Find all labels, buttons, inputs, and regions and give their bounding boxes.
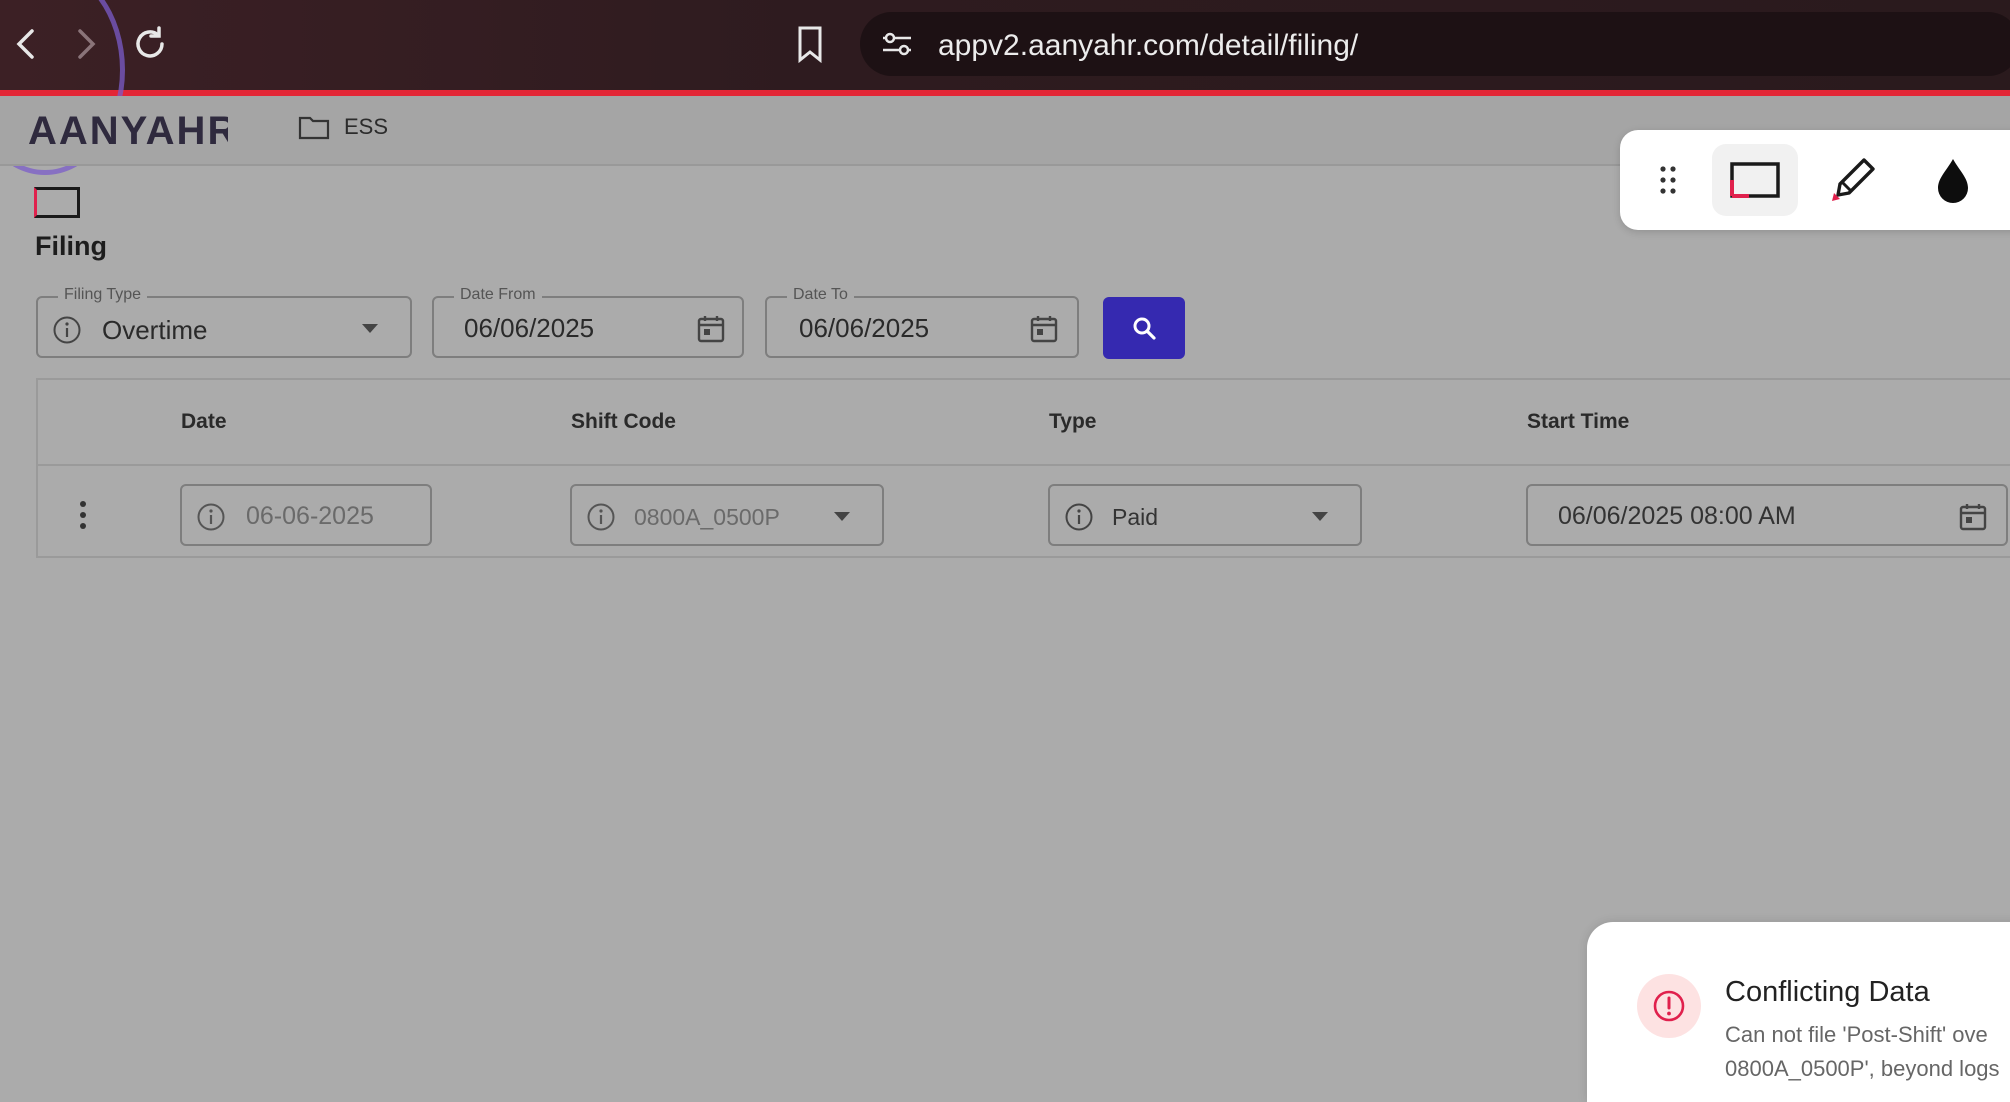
more-options-icon[interactable] [78, 500, 88, 530]
info-icon [1065, 503, 1093, 531]
filing-type-label: Filing Type [58, 286, 148, 304]
row-start-time-field[interactable]: 06/06/2025 08:00 AM [1526, 484, 2008, 546]
reload-button[interactable] [126, 20, 174, 68]
ink-drop-icon [1938, 159, 1968, 203]
bookmark-button[interactable] [786, 20, 834, 68]
breadcrumb-label: ESS [344, 114, 389, 139]
forward-arrow-icon [78, 29, 96, 59]
row-type-select[interactable]: Paid [1048, 484, 1362, 546]
filing-type-value: Overtime [102, 315, 208, 345]
date-to-field[interactable]: Date To 06/06/2025 [765, 286, 1079, 358]
page-icon [34, 187, 80, 218]
filing-table: Date Shift Code Type Start Time 06-06-20… [36, 378, 2010, 558]
date-to-label: Date To [787, 286, 854, 304]
row-start-time-value: 06/06/2025 08:00 AM [1558, 502, 1796, 530]
calendar-icon [1030, 316, 1058, 343]
filing-type-select[interactable]: Filing Type Overtime [36, 286, 412, 358]
column-header-type[interactable]: Type [1049, 410, 1096, 434]
rectangle-icon [1730, 162, 1780, 198]
logo-text: AANYAHR [28, 109, 228, 152]
toast-message: Can not file 'Post-Shift' ove 0800A_0500… [1725, 1018, 2000, 1086]
search-icon [1133, 317, 1156, 340]
highlighter-tool-button[interactable] [1810, 144, 1896, 216]
back-arrow-icon [16, 29, 34, 59]
column-header-start-time[interactable]: Start Time [1527, 410, 1629, 434]
chevron-down-icon [362, 324, 378, 333]
calendar-icon [1959, 504, 1987, 531]
toast-message-line: Can not file 'Post-Shift' ove [1725, 1022, 1988, 1047]
app-logo[interactable]: AANYAHR [28, 108, 236, 157]
info-icon [197, 503, 225, 531]
folder-icon [298, 116, 330, 140]
date-from-value: 06/06/2025 [464, 313, 595, 343]
error-toast: Conflicting Data Can not file 'Post-Shif… [1587, 922, 2010, 1102]
drag-handle-icon [1660, 166, 1676, 194]
date-from-field[interactable]: Date From 06/06/2025 [432, 286, 744, 358]
row-shift-code-select[interactable]: 0800A_0500P [570, 484, 884, 546]
date-from-label: Date From [454, 286, 542, 304]
bookmark-icon [798, 26, 822, 63]
page-title: Filing [35, 231, 107, 261]
date-to-value: 06/06/2025 [799, 313, 930, 343]
alert-icon [1653, 990, 1685, 1022]
back-button[interactable] [2, 20, 50, 68]
table-header: Date Shift Code Type Start Time [38, 380, 2010, 466]
browser-toolbar: appv2.aanyahr.com/detail/filing/ [0, 0, 2010, 175]
info-icon [53, 316, 81, 344]
rectangle-tool-button[interactable] [1712, 144, 1798, 216]
breadcrumb-ess[interactable]: ESS [298, 114, 388, 140]
toast-message-line: 0800A_0500P', beyond logs [1725, 1056, 2000, 1081]
chevron-down-icon [1312, 512, 1328, 521]
row-shift-code-value: 0800A_0500P [634, 504, 780, 530]
forward-button[interactable] [62, 20, 110, 68]
row-type-value: Paid [1112, 504, 1159, 530]
row-date-value: 06-06-2025 [246, 502, 374, 530]
address-bar[interactable]: appv2.aanyahr.com/detail/filing/ [860, 12, 2010, 76]
info-icon [587, 503, 615, 531]
drag-handle[interactable] [1646, 144, 1690, 216]
toast-icon-container [1637, 974, 1701, 1038]
column-header-date[interactable]: Date [181, 410, 227, 434]
row-date-field[interactable]: 06-06-2025 [180, 484, 432, 546]
chevron-down-icon [834, 512, 850, 521]
reload-icon [136, 26, 164, 58]
url-text: appv2.aanyahr.com/detail/filing/ [938, 29, 1359, 62]
annotation-toolbar [1620, 130, 2010, 230]
color-tool-button[interactable] [1910, 144, 1996, 216]
calendar-icon [697, 316, 725, 343]
toast-title: Conflicting Data [1725, 976, 1930, 1008]
search-button[interactable] [1103, 297, 1185, 359]
highlighter-icon [1832, 158, 1875, 201]
site-settings-icon [883, 32, 911, 56]
column-header-shift-code[interactable]: Shift Code [571, 410, 676, 434]
